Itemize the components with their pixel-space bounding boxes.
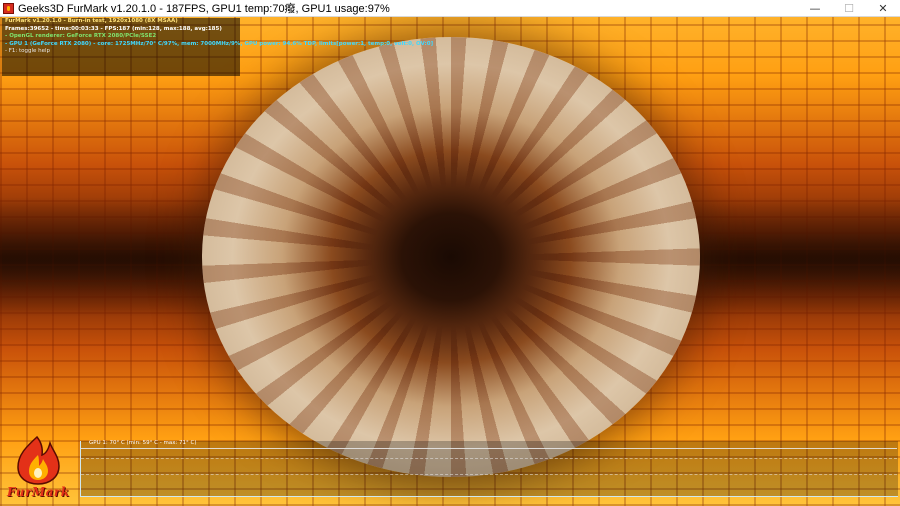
overlay-line-gpu: - GPU 1 (GeForce RTX 2080) - core: 1725M…	[5, 40, 434, 47]
flame-icon	[17, 435, 60, 485]
minimize-button[interactable]: —	[798, 0, 832, 17]
furmark-window: Geeks3D FurMark v1.20.1.0 - 187FPS, GPU1…	[0, 0, 900, 506]
graph-gridline	[81, 458, 897, 459]
window-title: Geeks3D FurMark v1.20.1.0 - 187FPS, GPU1…	[18, 3, 390, 15]
close-button[interactable]: ✕	[866, 0, 900, 17]
window-controls: — ☐ ✕	[798, 0, 900, 17]
overlay-line-frames: Frames:39652 - time:00:03:33 - FPS:187 (…	[5, 25, 222, 32]
temperature-graph: GPU 1: 70° C (min: 59° C - max: 71° C)	[80, 440, 898, 497]
fur-texture-streaks	[202, 37, 700, 477]
graph-gridline	[81, 474, 897, 475]
furmark-app-icon[interactable]	[3, 2, 14, 14]
temperature-trace	[81, 448, 897, 449]
overlay-line-version: FurMark v1.20.1.0 - Burn-in test, 1920x1…	[5, 18, 178, 24]
overlay-line-help: - F1: toggle help	[5, 48, 51, 54]
maximize-button[interactable]: ☐	[832, 0, 866, 17]
logo-wordmark: FurMark	[7, 485, 70, 499]
overlay-line-renderer: - OpenGL renderer: GeForce RTX 2080/PCIe…	[5, 33, 157, 39]
title-bar[interactable]: Geeks3D FurMark v1.20.1.0 - 187FPS, GPU1…	[0, 0, 900, 17]
stats-overlay: FurMark v1.20.1.0 - Burn-in test, 1920x1…	[2, 18, 434, 76]
render-viewport[interactable]	[0, 17, 900, 506]
furmark-logo: FurMark	[4, 433, 74, 501]
graph-temperature-label: GPU 1: 70° C (min: 59° C - max: 71° C)	[89, 440, 197, 446]
